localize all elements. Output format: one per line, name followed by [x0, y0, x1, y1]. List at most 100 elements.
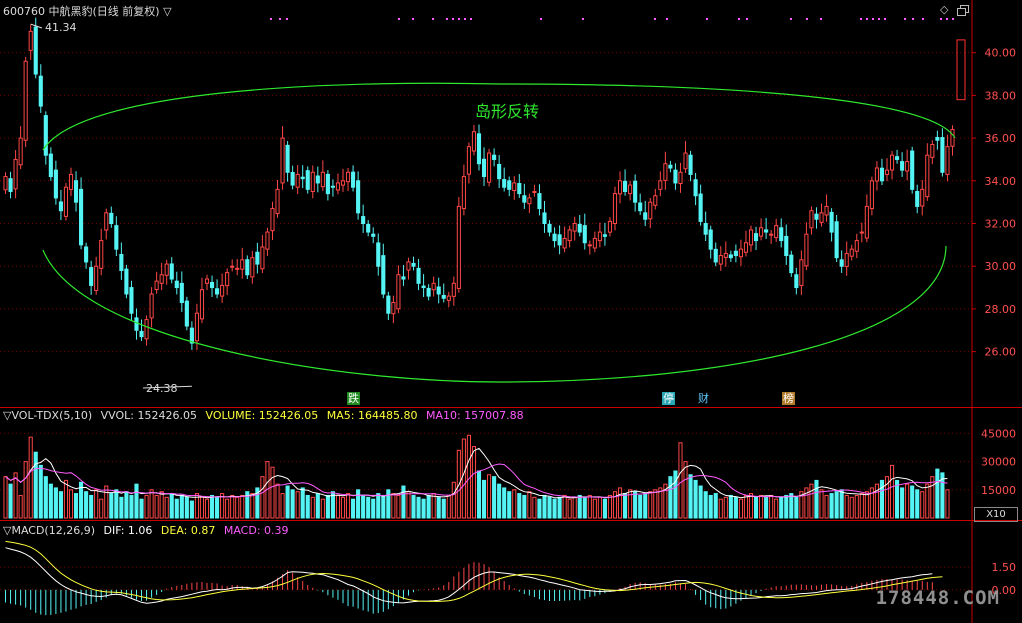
volume-bar-up — [572, 496, 577, 519]
volume-scale-button[interactable]: X10 — [974, 507, 1018, 522]
candle-up — [844, 252, 849, 267]
volume-bar-down — [325, 494, 330, 519]
volume-bar-up — [144, 494, 149, 519]
candle-down — [910, 150, 915, 190]
candle-up — [18, 137, 23, 166]
volume-bar-up — [159, 491, 164, 519]
candle-up — [225, 272, 230, 287]
candle-up — [280, 137, 285, 184]
candle-down — [633, 180, 638, 203]
volume-bar-up — [592, 498, 597, 519]
volume-bar-down — [290, 489, 295, 519]
candle-up — [265, 231, 270, 250]
candle-up — [391, 302, 396, 315]
candle-down — [708, 229, 713, 250]
candle-down — [315, 175, 320, 184]
candle-up — [663, 163, 668, 181]
stock-chart-stage[interactable]: 26.00 28.00 30.00 32.00 34.00 36.00 38.00 40.00… — [0, 0, 1022, 623]
candle-down — [698, 193, 703, 222]
candle-up — [527, 197, 532, 205]
chart-title[interactable]: 600760 中航黑豹(日线 前复权) ▽ — [3, 3, 172, 19]
candle-down — [673, 169, 678, 184]
candle-up — [748, 229, 754, 246]
candle-down — [169, 263, 174, 280]
candle-down — [290, 171, 295, 186]
candle-down — [305, 170, 310, 190]
volume-indicator-name[interactable]: ▽VOL-TDX(5,10) — [3, 409, 92, 422]
volume-bar-down — [300, 487, 305, 519]
candle-up — [310, 171, 315, 192]
low-price-label: 24.38 — [146, 382, 178, 395]
volume-bar-up — [648, 491, 653, 519]
volume-bar-up — [567, 498, 572, 519]
volume-bar-up — [723, 496, 728, 519]
candle-down — [124, 268, 129, 295]
volume-bar-up — [824, 494, 829, 519]
candle-up — [950, 129, 955, 147]
macd-indicator-header: ▽MACD(12,26,9) DIF: 1.06 DEA: 0.87 MACD:… — [3, 524, 289, 537]
volume-bar-up — [819, 489, 824, 519]
volume-bar-down — [834, 491, 839, 519]
restore-window-icon[interactable] — [957, 5, 969, 16]
candle-up — [199, 289, 205, 320]
volume-bar-down — [134, 483, 139, 519]
candle-down — [401, 276, 406, 280]
candle-down — [386, 295, 391, 314]
candle-down — [582, 225, 587, 244]
volume-bar-down — [73, 493, 79, 519]
volume-bar-up — [864, 491, 869, 519]
candle-up — [869, 180, 874, 210]
volume-bar-up — [104, 485, 109, 519]
candle-up — [819, 212, 824, 223]
volume-bar-up — [617, 487, 623, 519]
candle-down — [411, 262, 416, 267]
signal-dot — [412, 18, 414, 20]
volume-bar-down — [58, 491, 63, 519]
volume-bar-down — [38, 464, 43, 519]
price-tick-label: 30.00 — [985, 260, 1017, 273]
event-marker-billboard[interactable]: 榜 — [782, 392, 795, 405]
diamond-icon[interactable]: ◇ — [940, 3, 948, 16]
candle-down — [688, 154, 693, 175]
volume-bar-up — [340, 496, 346, 519]
volume-bar-down — [935, 468, 940, 519]
signal-dot — [452, 18, 454, 20]
event-marker-limit[interactable]: 停 — [662, 392, 675, 405]
volume-bar-up — [471, 446, 477, 519]
signal-dot — [286, 18, 288, 20]
candle-up — [149, 293, 154, 319]
volume-bar-up — [748, 493, 754, 519]
candle-up — [164, 263, 169, 276]
candle-down — [139, 330, 144, 338]
event-marker-finance[interactable]: 财 — [697, 392, 710, 405]
volume-bar-down — [623, 493, 628, 519]
candle-up — [804, 233, 809, 267]
candle-up — [743, 242, 749, 253]
candle-down — [668, 164, 673, 169]
candle-down — [733, 250, 738, 257]
candle-down — [361, 216, 366, 225]
signal-dot — [952, 18, 954, 20]
volume-bar-up — [683, 461, 688, 519]
volume-ma10-value: MA10: 157007.88 — [425, 409, 524, 422]
signal-dot — [432, 18, 434, 20]
candle-down — [174, 280, 179, 289]
volume-bar-up — [23, 461, 28, 519]
candle-up — [204, 278, 210, 284]
macd-indicator-name[interactable]: ▽MACD(12,26,9) — [3, 524, 95, 537]
volume-bar-down — [371, 498, 376, 519]
volume-bar-down — [209, 494, 215, 519]
volume-bar-up — [250, 493, 255, 519]
volume-bar-up — [391, 493, 396, 519]
volume-bar-up — [905, 483, 910, 519]
candle-up — [104, 212, 109, 231]
event-marker-drop[interactable]: 跌 — [347, 392, 360, 405]
candle-down — [285, 144, 290, 173]
candle-up — [68, 173, 74, 190]
volume-bar-down — [537, 498, 542, 519]
candle-up — [446, 295, 451, 301]
volume-bar-down — [441, 498, 446, 519]
volume-bar-down — [779, 496, 784, 519]
volume-bar-down — [351, 498, 356, 519]
volume-bar-up — [466, 434, 471, 519]
